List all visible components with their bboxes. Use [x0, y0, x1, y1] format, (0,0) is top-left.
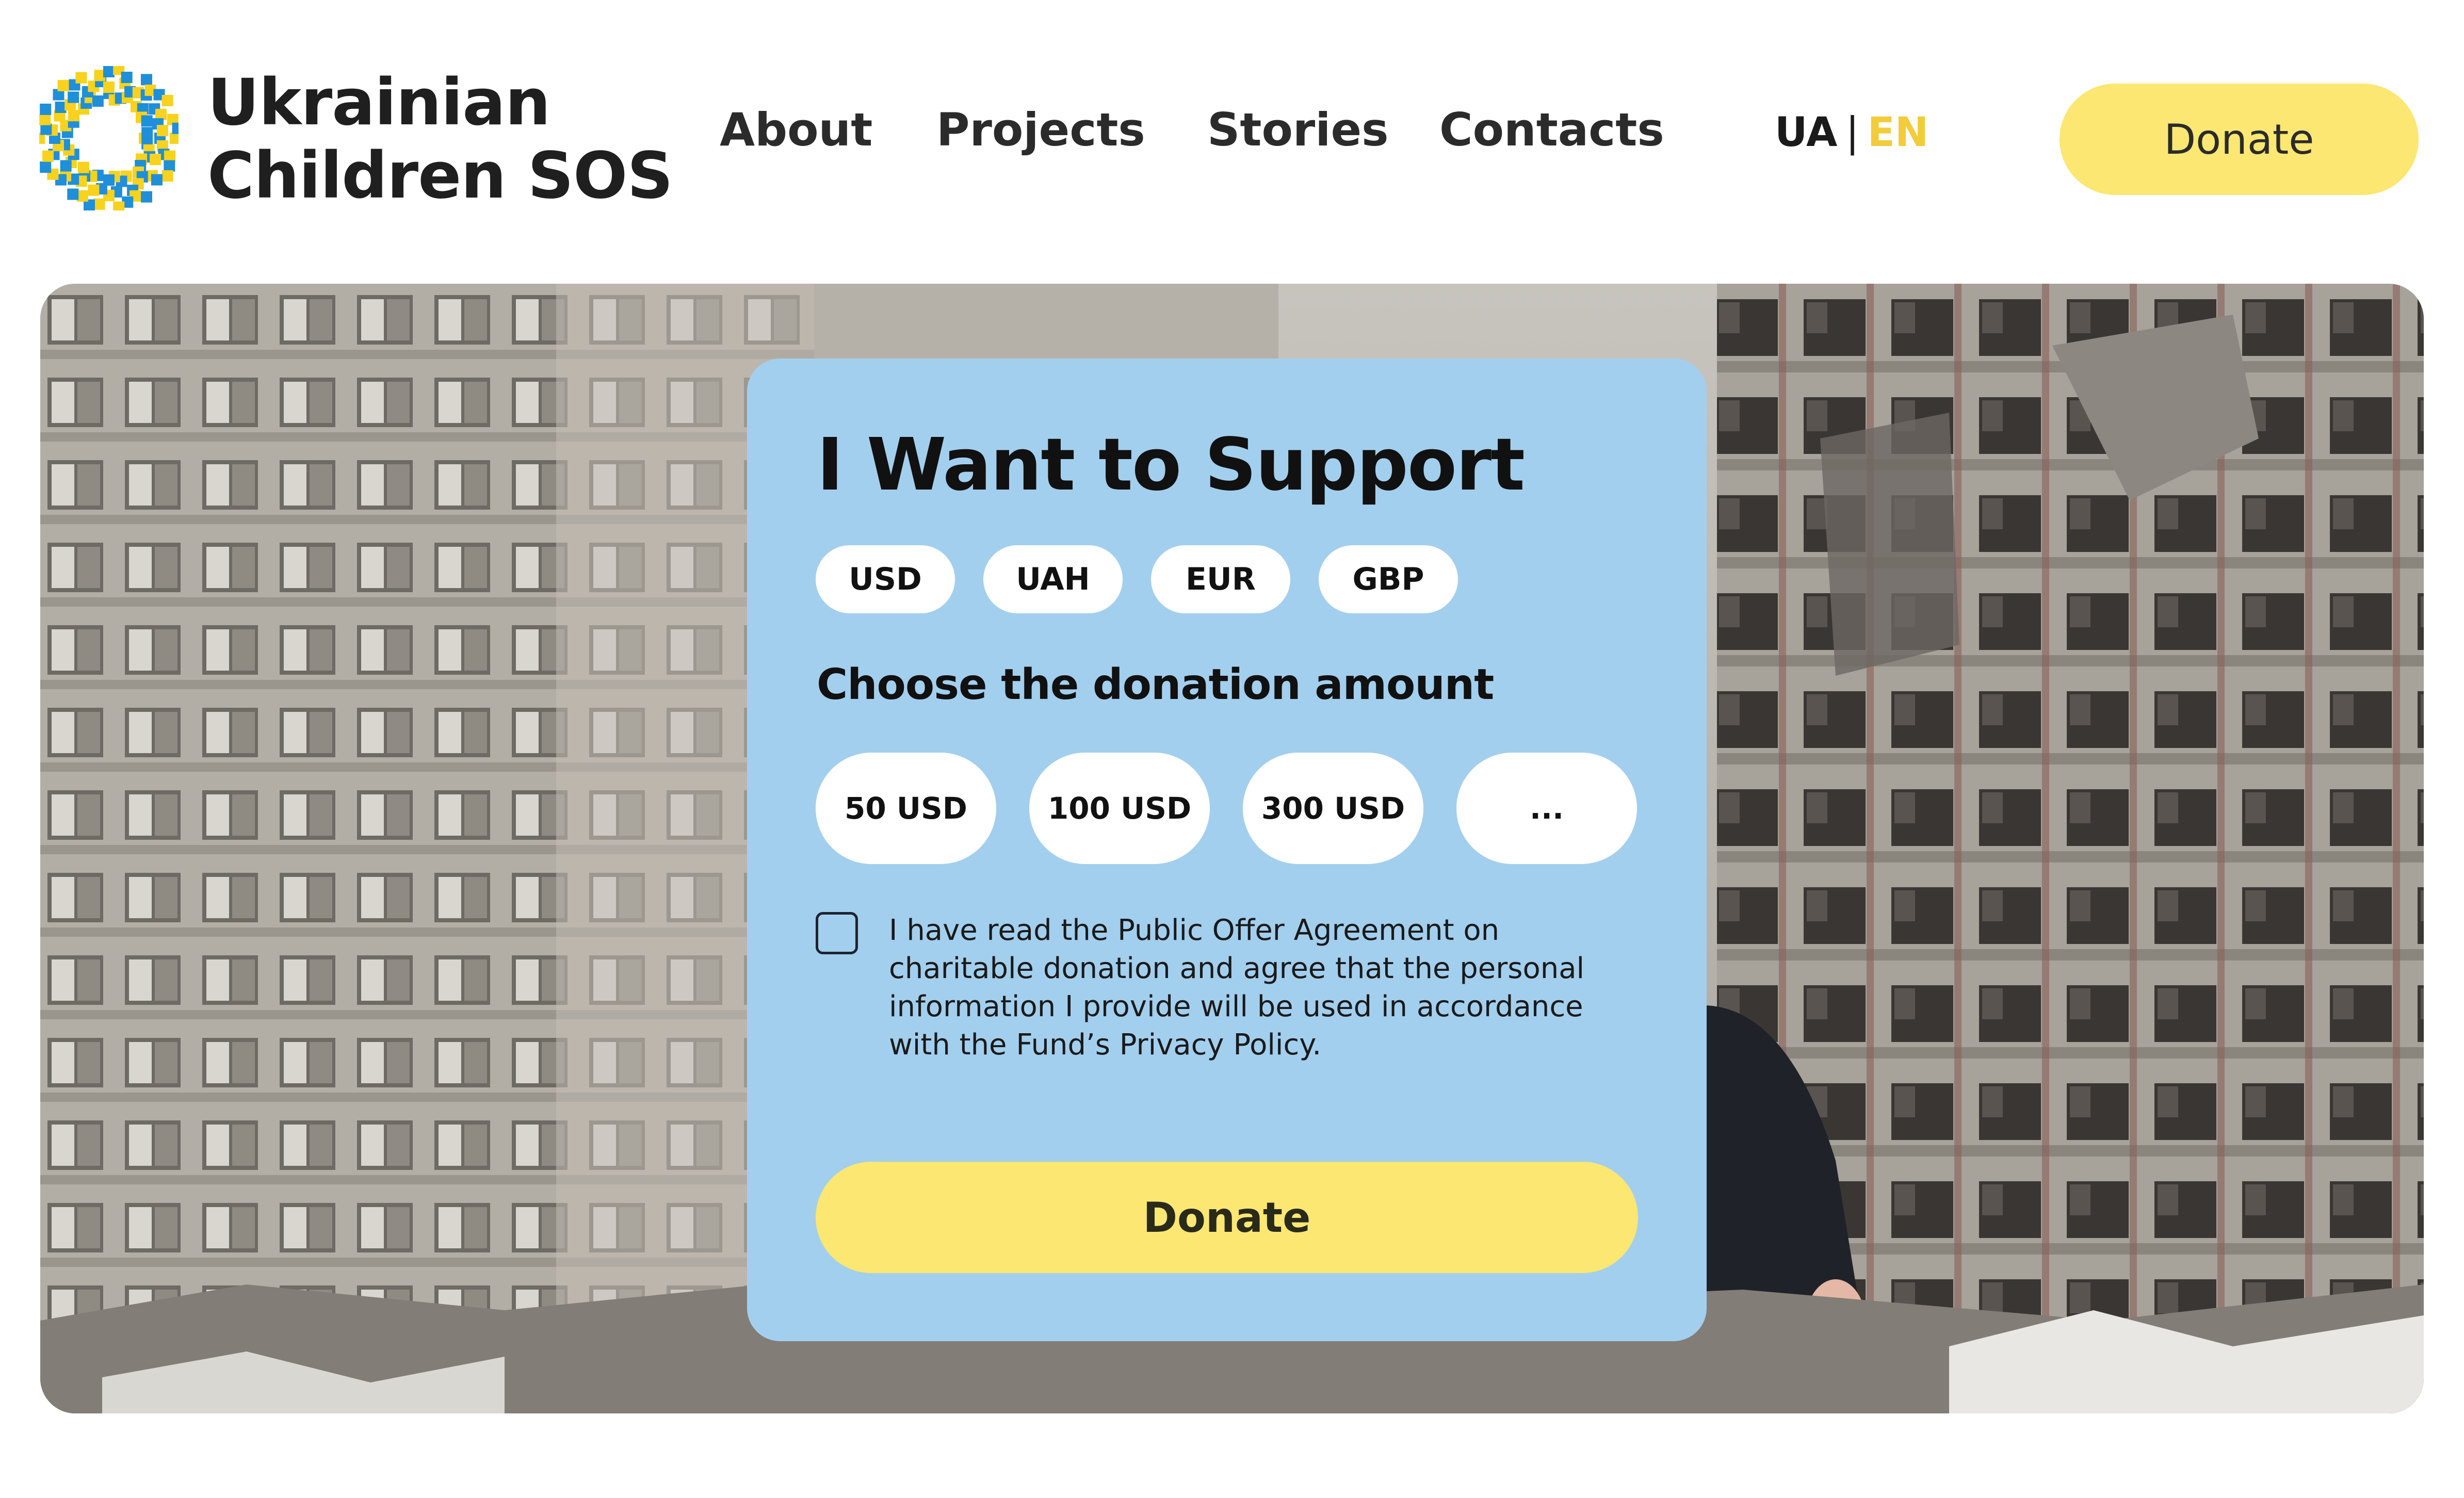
pixel-wreath-logo-icon[interactable] [39, 66, 179, 210]
nav-stories[interactable]: Stories [1207, 103, 1389, 156]
brand-line-2: Children SOS [207, 139, 673, 213]
currency-gbp-button[interactable]: GBP [1319, 545, 1458, 613]
amount-custom-button[interactable]: ... [1456, 753, 1637, 864]
brand-line-1: Ukrainian [207, 66, 550, 140]
donation-form-card: I Want to Support USD UAH EUR GBP Choose… [747, 359, 1707, 1341]
brand-name[interactable]: Ukrainian Children SOS [207, 66, 673, 213]
amount-300-button[interactable]: 300 USD [1243, 753, 1423, 864]
form-donate-button[interactable]: Donate [816, 1162, 1638, 1273]
lang-separator: | [1845, 109, 1859, 156]
amount-50-button[interactable]: 50 USD [816, 753, 996, 864]
header-donate-button[interactable]: Donate [2060, 84, 2419, 195]
agreement-text: I have read the Public Offer Agreement o… [889, 914, 1585, 1062]
currency-usd-button[interactable]: USD [816, 545, 955, 613]
amount-100-button[interactable]: 100 USD [1029, 753, 1210, 864]
agreement-checkbox[interactable] [816, 912, 858, 954]
amount-heading: Choose the donation amount [817, 660, 1494, 709]
language-switcher: UA | EN [1775, 109, 1928, 156]
currency-eur-button[interactable]: EUR [1151, 545, 1290, 613]
currency-uah-button[interactable]: UAH [983, 545, 1123, 613]
nav-about[interactable]: About [720, 103, 872, 156]
lang-ua[interactable]: UA [1775, 109, 1837, 156]
nav-projects[interactable]: Projects [936, 103, 1145, 156]
form-title: I Want to Support [817, 423, 1525, 507]
lang-en[interactable]: EN [1868, 109, 1929, 156]
nav-contacts[interactable]: Contacts [1439, 103, 1664, 156]
